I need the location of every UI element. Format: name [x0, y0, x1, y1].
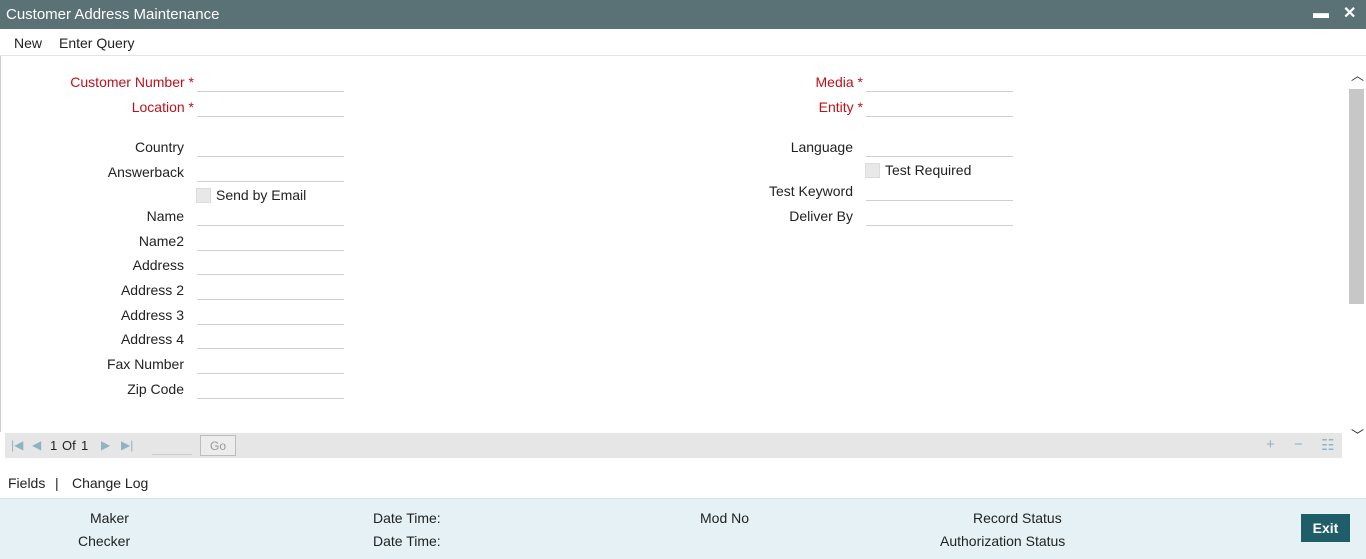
minimize-icon[interactable]: ▬ — [1313, 4, 1329, 24]
test-required-checkbox[interactable] — [865, 163, 880, 178]
media-input[interactable] — [866, 68, 1013, 92]
form-area: Customer Number * Location * Country Ans… — [0, 56, 1348, 432]
name-input[interactable] — [197, 202, 344, 226]
total-pages: 1 — [81, 438, 89, 453]
send-by-email-label: Send by Email — [216, 187, 307, 203]
test-required-label: Test Required — [885, 162, 972, 178]
authorization-status-label: Authorization Status — [940, 533, 1066, 549]
country-label: Country — [134, 139, 184, 155]
address-3-label: Address 3 — [120, 307, 184, 323]
checker-label: Checker — [78, 533, 131, 549]
fax-number-label: Fax Number — [106, 356, 184, 372]
title-bar: Customer Address Maintenance ▬ ✕ — [0, 0, 1366, 29]
scrollbar-thumb[interactable] — [1349, 89, 1364, 304]
send-by-email-checkbox[interactable] — [196, 188, 211, 203]
tab-separator: | — [55, 475, 59, 491]
first-page-icon[interactable]: |◀ — [11, 438, 23, 452]
bottom-tabs: Fields | Change Log — [0, 468, 1366, 498]
tab-change-log[interactable]: Change Log — [72, 475, 148, 491]
audit-footer: Maker Checker Date Time: Date Time: Mod … — [0, 498, 1366, 559]
language-input[interactable] — [866, 133, 1013, 157]
entity-input[interactable] — [866, 93, 1013, 117]
address-2-label: Address 2 — [120, 282, 184, 298]
language-label: Language — [790, 139, 853, 155]
menu-bar: New Enter Query — [0, 29, 1366, 56]
checker-date-time-label: Date Time: — [373, 533, 441, 549]
address-input[interactable] — [197, 251, 344, 275]
location-label: Location * — [131, 99, 194, 115]
of-label: Of — [62, 438, 76, 453]
fax-number-input[interactable] — [197, 350, 344, 374]
address-label: Address — [132, 257, 184, 273]
zip-code-input[interactable] — [197, 375, 344, 399]
enter-query-menu-item[interactable]: Enter Query — [59, 35, 134, 51]
name2-input[interactable] — [197, 227, 344, 251]
country-input[interactable] — [197, 133, 344, 157]
customer-number-input[interactable] — [197, 68, 344, 92]
maker-date-time-label: Date Time: — [373, 510, 441, 526]
next-page-icon[interactable]: ▶ — [101, 438, 110, 452]
last-page-icon[interactable]: ▶| — [121, 438, 133, 452]
entity-label: Entity * — [818, 99, 863, 115]
new-menu-item[interactable]: New — [14, 35, 42, 51]
window-title: Customer Address Maintenance — [6, 6, 220, 23]
customer-number-label: Customer Number * — [70, 74, 194, 90]
address-4-input[interactable] — [197, 325, 344, 349]
current-page: 1 — [50, 438, 58, 453]
scroll-down-icon[interactable]: ﹀ — [1351, 429, 1364, 442]
answerback-label: Answerback — [107, 164, 184, 180]
list-view-icon[interactable]: ☷ — [1321, 436, 1334, 454]
location-input[interactable] — [197, 93, 344, 117]
delete-row-icon[interactable]: − — [1294, 436, 1303, 453]
mod-no-label: Mod No — [700, 510, 750, 526]
maker-label: Maker — [90, 510, 129, 526]
page-number-input[interactable] — [152, 437, 192, 455]
address-4-label: Address 4 — [120, 331, 184, 347]
answerback-input[interactable] — [197, 158, 344, 182]
go-button[interactable]: Go — [200, 435, 236, 456]
add-row-icon[interactable]: + — [1266, 436, 1275, 453]
name2-label: Name2 — [138, 233, 184, 249]
scroll-up-icon[interactable]: ︿ — [1351, 69, 1364, 82]
name-label: Name — [146, 208, 184, 224]
deliver-by-label: Deliver By — [789, 208, 853, 224]
deliver-by-input[interactable] — [866, 202, 1013, 226]
record-status-label: Record Status — [973, 510, 1062, 526]
zip-code-label: Zip Code — [127, 381, 184, 397]
address-2-input[interactable] — [197, 276, 344, 300]
vertical-scrollbar[interactable]: ︿ ﹀ — [1348, 64, 1366, 448]
tab-fields[interactable]: Fields — [8, 475, 45, 491]
prev-page-icon[interactable]: ◀ — [32, 438, 41, 452]
media-label: Media * — [815, 74, 863, 90]
test-keyword-input[interactable] — [866, 177, 1013, 201]
close-icon[interactable]: ✕ — [1343, 4, 1356, 24]
exit-button[interactable]: Exit — [1301, 514, 1350, 542]
address-3-input[interactable] — [197, 301, 344, 325]
record-pager: |◀ ◀ 1 Of 1 ▶ ▶| Go + − ☷ — [5, 433, 1342, 458]
test-keyword-label: Test Keyword — [768, 183, 853, 199]
